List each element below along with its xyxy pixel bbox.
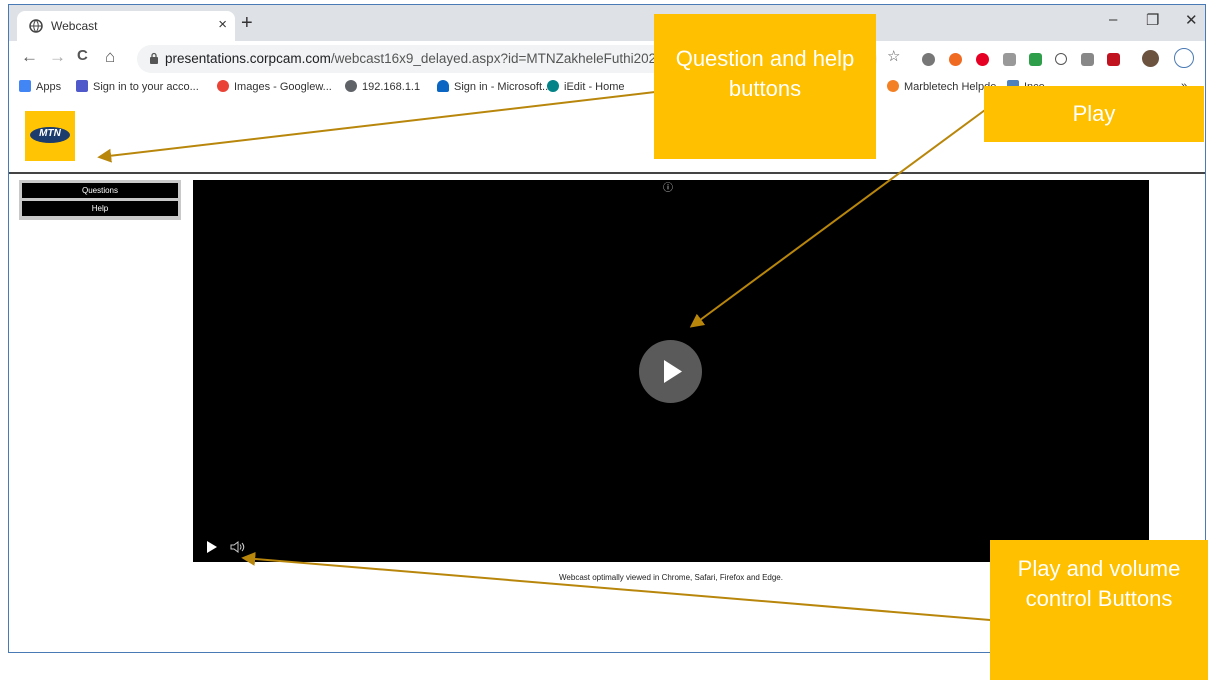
restore-button[interactable]: ❐ [1146,11,1159,29]
pdf-icon[interactable] [1107,53,1120,66]
close-window-button[interactable]: ✕ [1185,11,1198,29]
reload-button[interactable]: C [77,47,88,64]
tab-title: Webcast [51,19,98,33]
big-play-button[interactable] [639,340,702,403]
globe-icon [345,80,357,92]
extension-icon[interactable] [922,53,935,66]
qr-code-icon[interactable] [1081,53,1094,66]
speedometer-icon[interactable] [1055,53,1067,65]
play-control-icon[interactable] [206,541,218,553]
bookmark-item[interactable]: Sign in - Microsoft... [437,80,551,93]
tab-webcast[interactable]: Webcast × [17,11,235,41]
pinterest-icon[interactable] [976,53,989,66]
teams-icon [76,80,88,92]
callout-play-volume: Play and volume control Buttons [990,540,1208,680]
browser-toolbar: ← → C ⌂ presentations.corpcam.com/webcas… [9,41,1205,77]
header-divider [9,172,1205,174]
callout-question-help: Question and help buttons [654,14,876,159]
minimize-button[interactable]: – [1109,11,1117,28]
bookmark-star-icon[interactable]: ☆ [887,47,900,65]
questions-button[interactable]: Questions [22,183,178,198]
profile-avatar[interactable] [1142,50,1159,67]
volume-icon[interactable] [230,541,246,553]
menu-icon[interactable] [1174,48,1194,68]
new-tab-button[interactable]: + [241,12,253,35]
tab-strip: Webcast × + – ❐ ✕ [9,5,1205,41]
lock-icon [150,52,158,64]
bookmark-item[interactable]: 192.168.1.1 [345,80,420,93]
info-icon[interactable]: ⓘ [663,184,673,194]
sharepoint-icon [547,80,559,92]
back-button[interactable]: ← [21,47,38,67]
globe-icon [29,19,43,33]
mtn-logo: MTN [25,111,75,161]
bookmark-item[interactable]: iEdit - Home [547,80,625,93]
callout-play: Play [984,86,1204,142]
google-icon [217,80,229,92]
bookmark-item[interactable]: Apps [19,80,61,93]
bookmark-item[interactable]: Images - Googlew... [217,80,332,93]
apps-grid-icon [19,80,31,92]
sidebar-buttons: Questions Help [19,180,181,220]
onedrive-icon [437,80,449,92]
tab-close-icon[interactable]: × [218,16,227,33]
bookmark-item[interactable]: Sign in to your acco... [76,80,199,93]
forward-button[interactable]: → [49,47,66,67]
address-url: presentations.corpcam.com/webcast16x9_de… [165,51,694,66]
extension-icon[interactable] [949,53,962,66]
help-button[interactable]: Help [22,201,178,216]
url-path: /webcast16x9_delayed.aspx?id=MTNZakheleF… [330,51,695,66]
extension-icon[interactable] [1029,53,1042,66]
play-icon [664,360,682,383]
extension-icon[interactable] [1003,53,1016,66]
video-player[interactable]: ⓘ [193,180,1149,562]
logo-text: MTN [39,128,61,139]
helpdesk-icon [887,80,899,92]
url-domain: presentations.corpcam.com [165,51,331,66]
home-button[interactable]: ⌂ [105,47,115,67]
